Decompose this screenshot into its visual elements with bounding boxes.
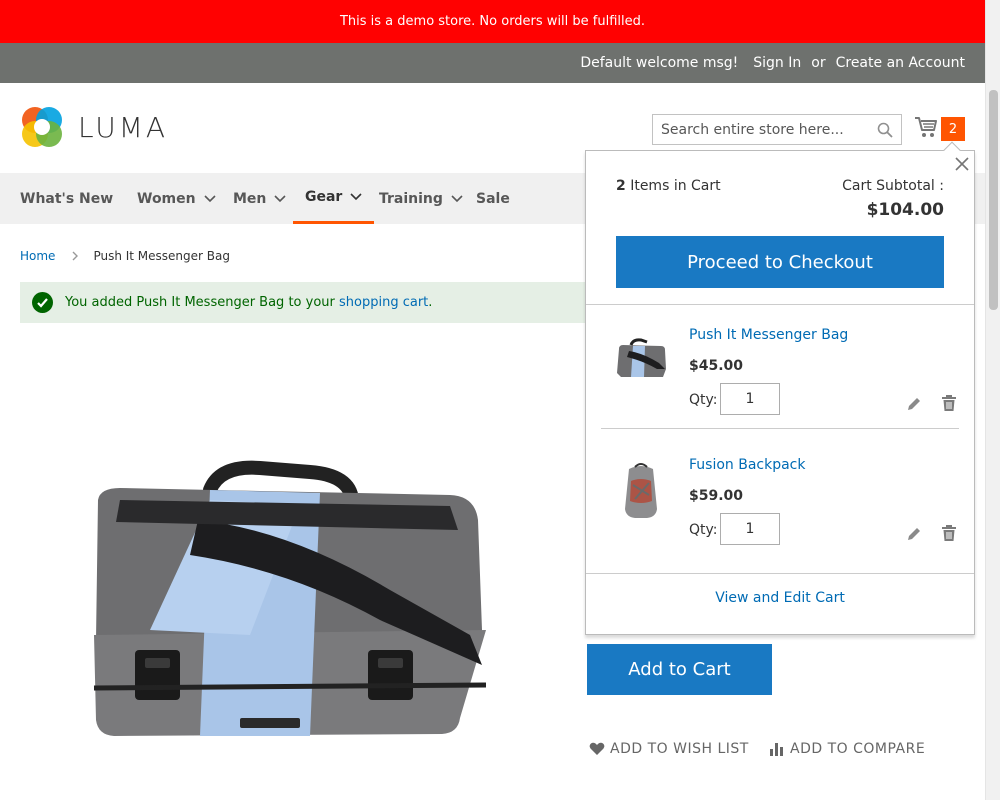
trash-icon[interactable]: [941, 394, 957, 412]
minicart-item-price: $45.00: [689, 358, 744, 374]
success-message-suffix: .: [428, 295, 433, 310]
cart-count-badge[interactable]: 2: [941, 117, 965, 141]
checkmark-icon: [32, 292, 53, 313]
breadcrumb-home-link[interactable]: Home: [20, 249, 55, 263]
nav-item-women[interactable]: Women: [137, 173, 216, 224]
chevron-down-icon: [350, 193, 362, 201]
breadcrumb-current: Push It Messenger Bag: [93, 249, 230, 263]
chevron-down-icon: [204, 194, 216, 202]
wish-list-label: ADD TO WISH LIST: [610, 741, 749, 757]
minicart-count-label: Items in Cart: [625, 178, 721, 194]
shopping-cart-link[interactable]: shopping cart: [339, 295, 428, 310]
search-icon[interactable]: [877, 122, 893, 138]
add-to-cart-button[interactable]: Add to Cart: [587, 644, 772, 695]
chevron-right-icon: [72, 251, 79, 261]
view-and-edit-cart-link[interactable]: View and Edit Cart: [586, 590, 974, 606]
minicart-divider: [586, 573, 974, 574]
product-thumbnail[interactable]: [611, 461, 671, 521]
trash-icon[interactable]: [941, 524, 957, 542]
nav-item-whats-new[interactable]: What's New: [20, 173, 113, 224]
search-input[interactable]: Search entire store here...: [652, 114, 902, 145]
compare-bars-icon: [770, 743, 783, 756]
minicart-count-number: 2: [616, 178, 626, 194]
qty-input[interactable]: 1: [720, 383, 780, 415]
compare-label: ADD TO COMPARE: [790, 741, 926, 757]
minicart-item-name[interactable]: Push It Messenger Bag: [689, 327, 848, 343]
close-icon[interactable]: [954, 156, 970, 172]
sign-in-link[interactable]: Sign In: [753, 55, 801, 71]
nav-item-men[interactable]: Men: [233, 173, 286, 224]
welcome-message: Default welcome msg!: [580, 55, 739, 71]
nav-item-label: Women: [137, 190, 196, 207]
add-to-compare-link[interactable]: ADD TO COMPARE: [769, 741, 925, 757]
qty-input[interactable]: 1: [720, 513, 780, 545]
success-message: You added Push It Messenger Bag to your …: [20, 282, 620, 323]
product-thumbnail[interactable]: [611, 331, 671, 391]
minicart-item-divider: [601, 428, 959, 429]
pencil-icon[interactable]: [906, 396, 922, 412]
proceed-to-checkout-button[interactable]: Proceed to Checkout: [616, 236, 944, 288]
minicart-item-price: $59.00: [689, 488, 744, 504]
nav-item-label: Sale: [476, 190, 510, 207]
luma-logo-icon: [22, 107, 62, 147]
breadcrumb: Home Push It Messenger Bag: [20, 249, 230, 263]
minicart-item: Push It Messenger Bag $45.00 Qty: 1: [601, 311, 959, 431]
heart-icon: [589, 742, 605, 755]
create-account-link[interactable]: Create an Account: [836, 55, 965, 71]
minicart-dropdown: 2 Items in Cart Cart Subtotal : $104.00 …: [585, 141, 975, 635]
success-message-text: You added Push It Messenger Bag to your: [65, 295, 335, 310]
product-image[interactable]: [90, 460, 490, 745]
cart-icon[interactable]: [914, 115, 938, 139]
nav-item-label: What's New: [20, 190, 114, 207]
nav-item-sale[interactable]: Sale: [476, 173, 510, 224]
minicart-subtotal-value: $104.00: [866, 200, 944, 220]
logo-text: LUMA: [78, 110, 169, 144]
qty-label: Qty:: [689, 522, 718, 538]
pencil-icon[interactable]: [906, 526, 922, 542]
minicart-subtotal-label: Cart Subtotal :: [842, 178, 944, 194]
minicart-item-name[interactable]: Fusion Backpack: [689, 457, 806, 473]
scrollbar-thumb[interactable]: [989, 90, 998, 310]
header-panel: Default welcome msg! Sign In or Create a…: [0, 43, 985, 83]
minicart-item: Fusion Backpack $59.00 Qty: 1: [601, 441, 959, 561]
qty-label: Qty:: [689, 392, 718, 408]
nav-item-label: Men: [233, 190, 267, 207]
or-text: or: [811, 55, 826, 71]
nav-item-gear[interactable]: Gear: [293, 173, 375, 224]
chevron-down-icon: [451, 194, 463, 202]
nav-item-label: Training: [379, 190, 443, 207]
minicart-item-count: 2 Items in Cart: [616, 178, 721, 194]
nav-item-training[interactable]: Training: [379, 173, 463, 224]
logo[interactable]: LUMA: [20, 105, 168, 149]
chevron-down-icon: [274, 194, 286, 202]
search-placeholder: Search entire store here...: [661, 121, 844, 138]
demo-notice: This is a demo store. No orders will be …: [0, 0, 985, 43]
add-to-wish-list-link[interactable]: ADD TO WISH LIST: [589, 741, 749, 757]
minicart-divider: [586, 304, 974, 305]
nav-item-label: Gear: [305, 189, 343, 205]
page-scrollbar[interactable]: [985, 0, 1000, 800]
